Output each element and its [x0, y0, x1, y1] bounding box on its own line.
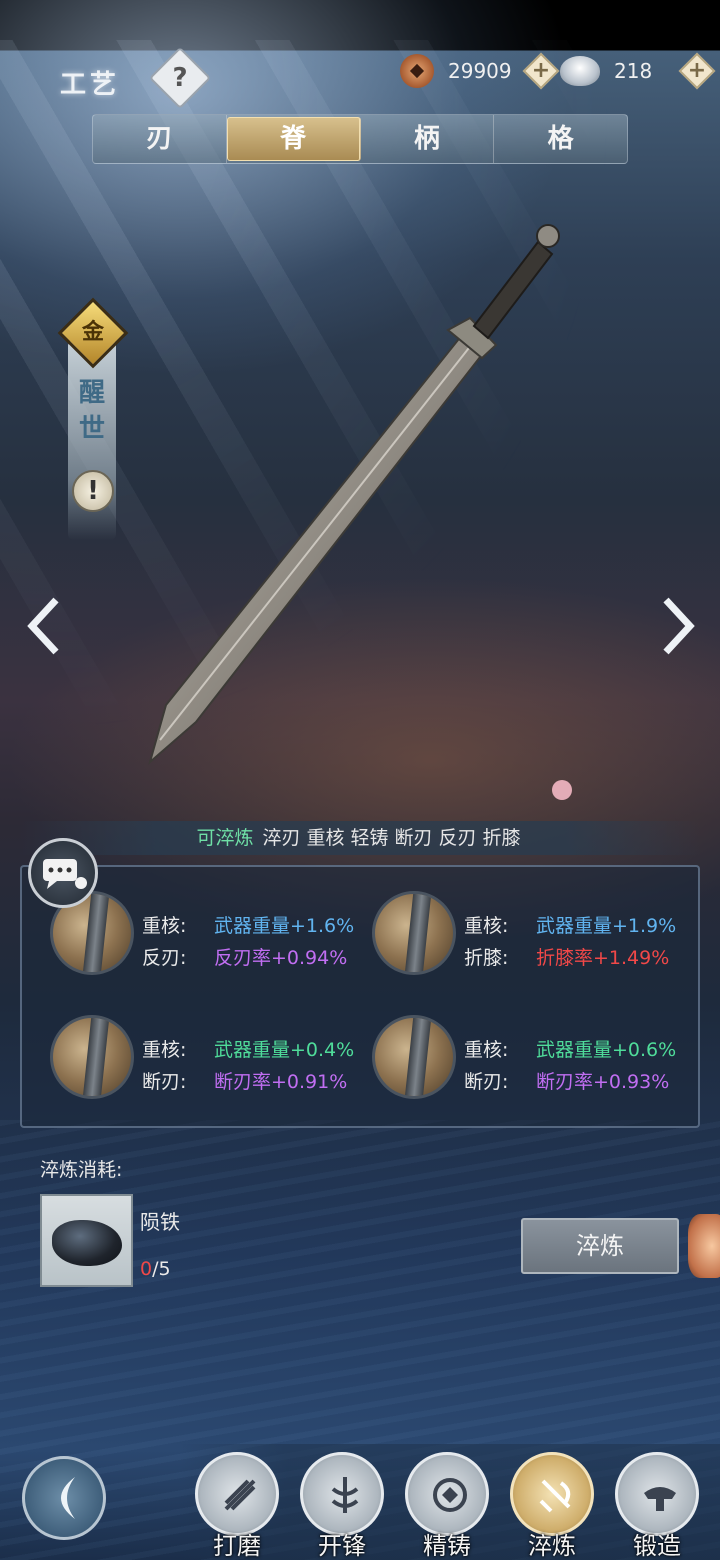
stat-value: 武器重量+0.4%	[214, 1039, 355, 1061]
grind-icon	[195, 1452, 279, 1536]
grind-glyph	[224, 1479, 256, 1511]
stat-row: 折膝: 折膝率+1.49%	[464, 943, 669, 970]
weapon-name: 醒世	[78, 378, 105, 444]
stat-value: 反刃率+0.94%	[214, 947, 348, 969]
nav-forge[interactable]: 锻造	[612, 1452, 702, 1560]
tag-item: 淬刃	[262, 827, 301, 849]
material-slot[interactable]	[40, 1194, 133, 1287]
refine-cast-glyph	[433, 1478, 467, 1512]
temper-glyph	[539, 1479, 571, 1513]
stat-row: 重核: 武器重量+1.6%	[142, 911, 354, 938]
stat-option[interactable]: 重核: 武器重量+0.6% 断刃: 断刃率+0.93%	[344, 1015, 676, 1105]
stat-option[interactable]: 重核: 武器重量+0.4% 断刃: 断刃率+0.91%	[22, 1015, 354, 1105]
stat-value: 断刃率+0.93%	[536, 1071, 670, 1093]
stat-label: 反刃:	[142, 947, 187, 969]
stat-label: 断刃:	[464, 1071, 509, 1093]
temper-status: 可淬炼	[196, 827, 254, 849]
stat-label: 重核:	[142, 915, 187, 937]
forge-glyph	[644, 1487, 676, 1511]
stat-value: 断刃率+0.91%	[214, 1071, 348, 1093]
stat-value: 武器重量+1.9%	[536, 915, 677, 937]
stat-label: 重核:	[464, 1039, 509, 1061]
sharpen-glyph	[331, 1477, 359, 1513]
nav-sharpen[interactable]: 开锋	[297, 1452, 387, 1560]
refine-cast-icon	[405, 1452, 489, 1536]
stat-option[interactable]: 重核: 武器重量+1.9% 折膝: 折膝率+1.49%	[344, 891, 676, 981]
temper-icon	[510, 1452, 594, 1536]
stat-row: 断刃: 断刃率+0.91%	[142, 1067, 347, 1094]
stat-row: 断刃: 断刃率+0.93%	[464, 1067, 669, 1094]
stat-row: 重核: 武器重量+1.9%	[464, 911, 676, 938]
meteorite-iron-icon	[52, 1220, 122, 1266]
temper-tags: 可淬炼 淬刃 重核 轻铸 断刃 反刃 折膝	[20, 821, 700, 855]
cost-title: 淬炼消耗:	[40, 1159, 123, 1181]
stat-option-image	[50, 1015, 134, 1099]
back-button[interactable]	[22, 1456, 106, 1540]
next-weapon-button[interactable]	[656, 596, 696, 656]
tag-item: 反刃	[438, 827, 477, 849]
chat-bubble-icon	[43, 859, 87, 889]
stat-value: 武器重量+0.6%	[536, 1039, 677, 1061]
tag-item: 重核	[306, 827, 345, 849]
tag-item: 折膝	[482, 827, 521, 849]
weapon-info-button[interactable]: !	[72, 470, 114, 512]
nav-label: 打磨	[213, 1532, 261, 1560]
stat-value: 武器重量+1.6%	[214, 915, 355, 937]
nav-grind[interactable]: 打磨	[192, 1452, 282, 1560]
stat-row: 重核: 武器重量+0.6%	[464, 1035, 676, 1062]
bottom-nav: 打磨 开锋 精铸 淬炼 锻造	[180, 1444, 720, 1560]
sharpen-icon	[300, 1452, 384, 1536]
stat-row: 重核: 武器重量+0.4%	[142, 1035, 354, 1062]
nav-label: 精铸	[423, 1532, 471, 1560]
stat-label: 重核:	[464, 915, 509, 937]
nav-label: 淬炼	[528, 1532, 576, 1560]
stat-label: 折膝:	[464, 947, 509, 969]
prev-weapon-button[interactable]	[26, 596, 66, 656]
nav-refine-cast[interactable]: 精铸	[402, 1452, 492, 1560]
stat-value: 折膝率+1.49%	[536, 947, 670, 969]
tag-item: 断刃	[394, 827, 433, 849]
stat-option-image	[372, 891, 456, 975]
back-arrow-icon	[61, 1477, 75, 1519]
nav-temper[interactable]: 淬炼	[507, 1452, 597, 1560]
chat-button[interactable]	[28, 838, 98, 908]
forge-icon	[615, 1452, 699, 1536]
sword-blade	[148, 333, 486, 765]
material-required: /5	[152, 1258, 171, 1280]
stat-label: 断刃:	[142, 1071, 187, 1093]
rank-label: 金	[81, 320, 104, 345]
crafting-screen: 工艺 ? 29909 + 218 + 刃 脊 柄 格 金 醒世 ! 可淬炼 淬刃…	[0, 0, 720, 1560]
nav-label: 锻造	[633, 1532, 681, 1560]
tag-item: 轻铸	[350, 827, 389, 849]
material-name: 陨铁	[140, 1210, 180, 1234]
stats-panel: 重核: 武器重量+1.6% 反刃: 反刃率+0.94% 重核: 武器重量+1.9% 折…	[20, 865, 700, 1128]
lantern-decoration	[688, 1214, 720, 1278]
sword-hilt	[472, 224, 560, 340]
material-count: 0/5	[140, 1258, 171, 1280]
stat-label: 重核:	[142, 1039, 187, 1061]
nav-label: 开锋	[318, 1532, 366, 1560]
lantern-light	[552, 780, 572, 800]
temper-button[interactable]: 淬炼	[521, 1218, 679, 1274]
stat-option-image	[372, 1015, 456, 1099]
stat-row: 反刃: 反刃率+0.94%	[142, 943, 347, 970]
material-owned: 0	[140, 1258, 153, 1280]
